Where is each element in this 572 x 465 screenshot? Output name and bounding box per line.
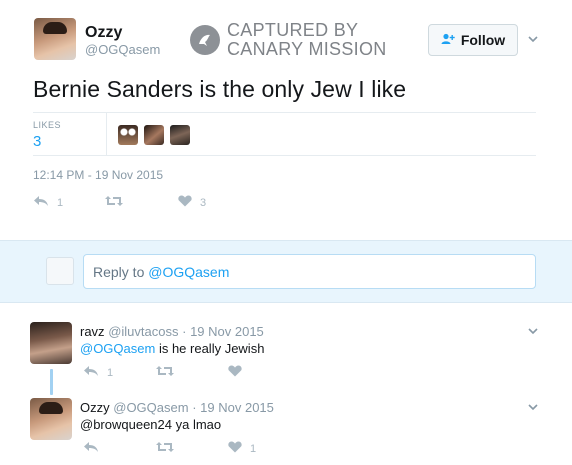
reply-mention: @OGQasem <box>148 264 230 280</box>
liker-avatar[interactable] <box>170 125 190 145</box>
liker-avatar[interactable] <box>118 125 138 145</box>
tweet-actions: 1 3 <box>33 195 333 213</box>
like-action[interactable]: 1 <box>228 441 256 456</box>
retweet-action[interactable] <box>156 441 174 456</box>
reply-prefix: Reply to <box>93 264 149 280</box>
reply-text: @OGQasem is he really Jewish <box>80 341 264 356</box>
follow-button[interactable]: Follow <box>428 24 518 56</box>
reply-action[interactable]: 1 <box>83 365 113 380</box>
like-action[interactable]: 3 <box>178 195 206 210</box>
retweet-icon <box>156 365 174 380</box>
liker-avatar[interactable] <box>144 125 164 145</box>
reply-author-avatar[interactable] <box>30 398 72 440</box>
reply-author-name[interactable]: Ozzy <box>80 400 110 415</box>
retweet-icon <box>105 195 123 210</box>
reply-actions: 1 <box>80 441 280 457</box>
reply-count: 1 <box>107 366 114 379</box>
likes-count[interactable]: 3 <box>33 133 41 150</box>
watermark-line2: CANARY MISSION <box>227 39 387 59</box>
reply-body: @browqueen24 ya lmao <box>80 417 222 432</box>
thread-connector <box>50 369 53 395</box>
reply-input[interactable]: Reply to @OGQasem <box>83 254 536 289</box>
tweet-text: Bernie Sanders is the only Jew I like <box>33 76 407 102</box>
retweet-action[interactable] <box>156 365 174 380</box>
canary-bird-icon <box>190 25 220 55</box>
reply-tweet: ravz @iluvtacoss · 19 Nov 2015 @OGQasem … <box>0 322 572 400</box>
viewer-avatar <box>46 257 74 285</box>
reply-mention[interactable]: @OGQasem <box>80 341 155 356</box>
reply-header: ravz @iluvtacoss · 19 Nov 2015 <box>80 324 264 339</box>
author-handle[interactable]: @OGQasem <box>85 42 160 57</box>
reply-separator: · <box>192 400 197 415</box>
main-tweet: Ozzy @OGQasem CAPTURED BY CANARY MISSION… <box>0 0 572 240</box>
like-action[interactable] <box>228 365 250 380</box>
reply-actions: 1 <box>80 365 280 381</box>
author-avatar[interactable] <box>34 18 76 60</box>
reply-arrow-icon <box>83 441 99 456</box>
author-name[interactable]: Ozzy <box>85 24 122 42</box>
follow-label: Follow <box>460 32 506 48</box>
reply-author-handle[interactable]: @iluvtacoss <box>108 324 178 339</box>
reply-composer: Reply to @OGQasem <box>0 240 572 303</box>
reply-count: 1 <box>57 196 64 209</box>
heart-icon <box>228 365 242 380</box>
stats-divider <box>106 113 107 155</box>
reply-date[interactable]: 19 Nov 2015 <box>200 400 274 415</box>
reply-header: Ozzy @OGQasem · 19 Nov 2015 <box>80 400 274 415</box>
watermark-line1: CAPTURED BY <box>227 20 359 40</box>
reply-body: is he really Jewish <box>155 341 265 356</box>
retweet-action[interactable] <box>105 195 123 210</box>
chevron-down-icon[interactable] <box>527 400 539 412</box>
watermark: CAPTURED BY CANARY MISSION <box>190 20 390 60</box>
watermark-text: CAPTURED BY CANARY MISSION <box>227 21 387 59</box>
chevron-down-icon[interactable] <box>527 324 539 336</box>
reply-date[interactable]: 19 Nov 2015 <box>190 324 264 339</box>
reply-arrow-icon <box>83 365 99 380</box>
reply-action[interactable]: 1 <box>33 195 63 210</box>
reply-author-name[interactable]: ravz <box>80 324 105 339</box>
add-user-icon <box>441 33 455 48</box>
retweet-icon <box>156 441 174 456</box>
reply-arrow-icon <box>33 195 49 210</box>
heart-icon <box>178 195 192 210</box>
reply-text: @browqueen24 ya lmao <box>80 417 221 432</box>
reply-author-handle[interactable]: @OGQasem <box>113 400 188 415</box>
like-count: 1 <box>250 442 257 455</box>
reply-author-avatar[interactable] <box>30 322 72 364</box>
tweet-timestamp[interactable]: 12:14 PM - 19 Nov 2015 <box>33 168 163 182</box>
reply-tweet: Ozzy @OGQasem · 19 Nov 2015 @browqueen24… <box>0 398 572 465</box>
reply-action[interactable] <box>83 441 107 456</box>
tweet-stats: LIKES 3 <box>33 112 536 156</box>
heart-icon <box>228 441 242 456</box>
chevron-down-icon[interactable] <box>527 32 539 44</box>
like-count: 3 <box>200 196 207 209</box>
reply-separator: · <box>182 324 187 339</box>
likes-label: LIKES <box>33 120 62 130</box>
